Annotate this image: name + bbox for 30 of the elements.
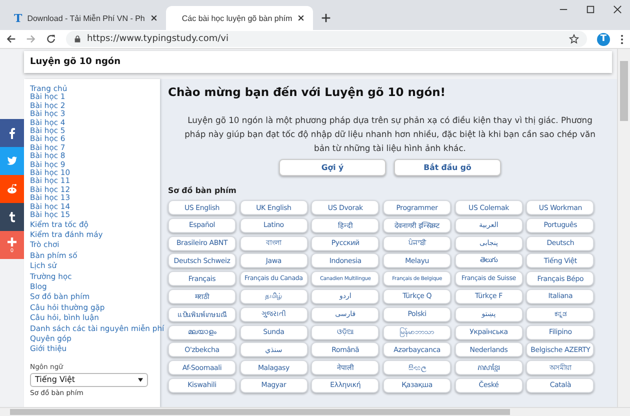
profile-avatar[interactable]: T xyxy=(597,32,610,46)
reload-icon[interactable] xyxy=(46,34,56,44)
close-icon[interactable] xyxy=(150,14,158,22)
browser-tab[interactable]: T Download - Tải Miễn Phí VN - Ph xyxy=(6,6,166,30)
maximize-icon[interactable] xyxy=(586,5,595,14)
address-bar[interactable]: https://www.typingstudy.com/vi xyxy=(66,31,587,47)
bird-icon xyxy=(6,155,18,167)
alien-icon xyxy=(6,183,18,195)
url-text: https://www.typingstudy.com/vi xyxy=(87,34,230,44)
plus-icon[interactable] xyxy=(321,13,332,23)
menu-icon[interactable] xyxy=(620,34,624,44)
horizontal-scrollbar[interactable] xyxy=(0,407,630,416)
tab-title: Download - Tải Miễn Phí VN - Ph xyxy=(27,14,145,22)
star-icon[interactable] xyxy=(569,34,579,44)
share-button[interactable] xyxy=(0,203,24,231)
plus-icon xyxy=(6,236,18,248)
tab-title: Các bài học luyện gõ bàn phím xyxy=(182,14,292,22)
language-select[interactable]: Tiếng Việt xyxy=(30,372,148,387)
intro-paragraph: Luyện gõ 10 ngón là một phương pháp dựa trên sự phản xạ có điều kiện thay vì thị giác. Phương pháp này giúp bạn đạt tốc độ nhập dữ liệu nhanh hơn nhiều, đặc biệt là khi bạn cần sao chép văn bản từ những tài liệu hình ảnh khác. xyxy=(184,114,596,155)
lock-icon xyxy=(74,35,81,43)
close-icon[interactable] xyxy=(613,5,622,14)
back-arrow-icon[interactable] xyxy=(6,34,16,44)
vertical-scrollbar[interactable] xyxy=(617,49,630,408)
caret-icon xyxy=(138,378,143,382)
close-icon[interactable] xyxy=(297,14,306,22)
site-title[interactable]: Luyện gõ 10 ngón xyxy=(30,57,121,67)
share-button[interactable] xyxy=(0,119,24,147)
browser-tab[interactable]: Các bài học luyện gõ bàn phím xyxy=(166,6,314,30)
welcome-heading: Chào mừng bạn đến với Luyện gõ 10 ngón! xyxy=(168,85,447,99)
favicon: T xyxy=(14,12,22,24)
